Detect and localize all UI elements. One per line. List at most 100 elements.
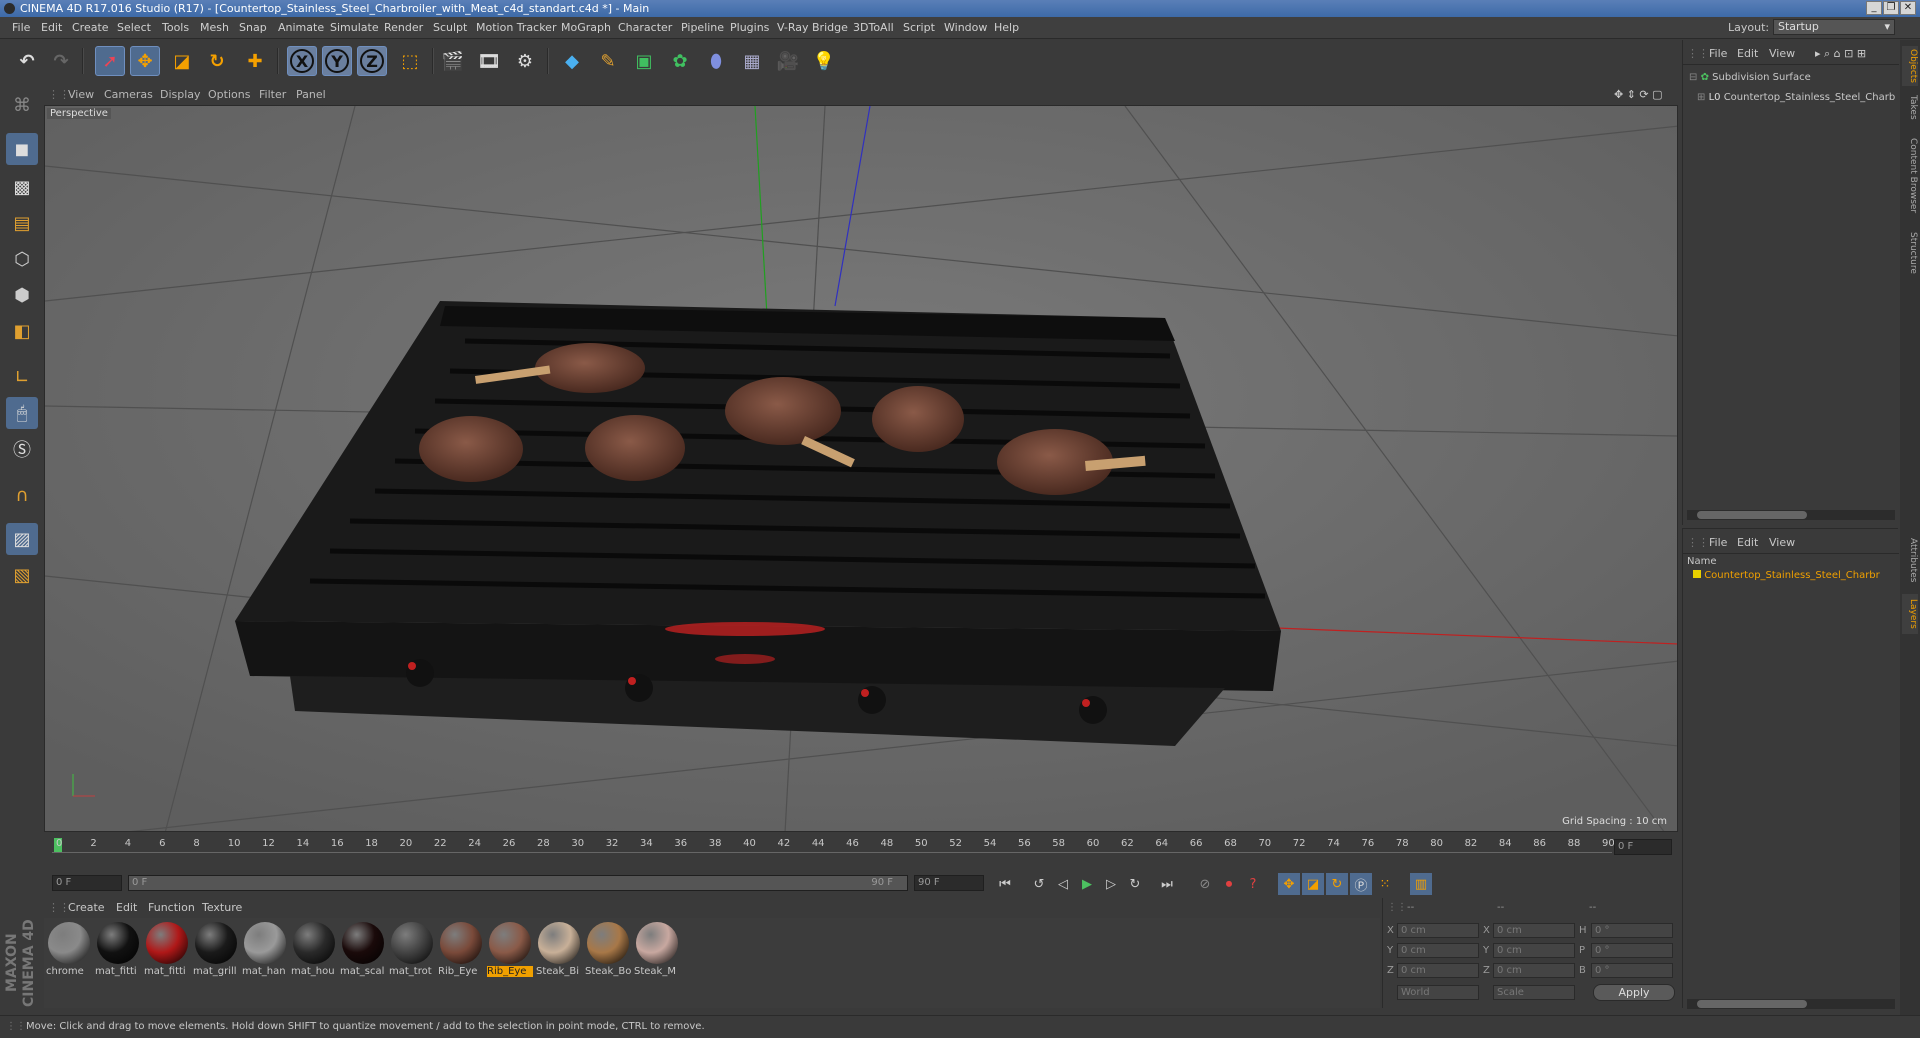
material-swatch[interactable]: mat_trot [389, 920, 435, 980]
position-y-field[interactable]: 0 cm [1397, 943, 1479, 958]
size-mode-select[interactable]: Scale [1493, 985, 1575, 1000]
loop-back-icon[interactable]: ↺ [1028, 873, 1050, 895]
scale-icon[interactable]: ◪ [167, 46, 197, 76]
viewport-menu-cameras[interactable]: Cameras [104, 88, 153, 101]
layer-item[interactable]: Countertop_Stainless_Steel_Charbr [1693, 570, 1880, 581]
viewport-menu-options[interactable]: Options [208, 88, 250, 101]
menu-pipeline[interactable]: Pipeline [681, 21, 724, 34]
size-z-field[interactable]: 0 cm [1493, 963, 1575, 978]
current-frame-field[interactable]: 0 F [1614, 839, 1672, 855]
tab-takes[interactable]: Takes [1902, 92, 1918, 122]
material-menu-create[interactable]: Create [68, 901, 105, 914]
step-forward-icon[interactable]: ▷ [1100, 873, 1122, 895]
pen-spline-icon[interactable]: ✎ [593, 46, 623, 76]
drag-handle-icon[interactable]: ⋮⋮ [1387, 902, 1407, 913]
drag-handle-icon[interactable]: ⋮⋮ [48, 901, 70, 914]
deformer-icon[interactable]: ⬮ [701, 46, 731, 76]
material-swatch[interactable]: Rib_Eye [438, 920, 484, 980]
position-z-field[interactable]: 0 cm [1397, 963, 1479, 978]
camera-icon[interactable]: 🎥 [773, 46, 803, 76]
menu-render[interactable]: Render [384, 21, 423, 34]
start-frame-field[interactable]: 0 F [52, 875, 122, 891]
record-keys-icon[interactable]: ⊘ [1194, 873, 1216, 895]
frame-range-slider[interactable]: 0 F 90 F [128, 875, 908, 891]
rotation-h-field[interactable]: 0 ° [1591, 923, 1673, 938]
menu-help[interactable]: Help [994, 21, 1019, 34]
undo-icon[interactable]: ↶ [12, 46, 42, 76]
key-scale-icon[interactable]: ◪ [1302, 873, 1324, 895]
menu-mograph[interactable]: MoGraph [561, 21, 611, 34]
snap-icon[interactable]: Ⓢ [6, 433, 38, 465]
material-swatch[interactable]: mat_han [242, 920, 288, 980]
texture-mode-icon[interactable]: ▩ [6, 171, 38, 203]
render-settings-icon[interactable]: ⚙ [510, 46, 540, 76]
go-to-end-icon[interactable]: ⏭ [1156, 873, 1178, 895]
object-scrollbar[interactable] [1687, 510, 1895, 520]
key-position-icon[interactable]: ✥ [1278, 873, 1300, 895]
size-y-field[interactable]: 0 cm [1493, 943, 1575, 958]
layer-menu-view[interactable]: View [1769, 536, 1795, 549]
axis-y-button[interactable]: Y [322, 46, 352, 76]
menu-window[interactable]: Window [944, 21, 987, 34]
key-rotation-icon[interactable]: ↻ [1326, 873, 1348, 895]
menu-3dtoall[interactable]: 3DToAll [853, 21, 894, 34]
drag-handle-icon[interactable]: ⋮⋮ [48, 88, 70, 101]
material-menu-edit[interactable]: Edit [116, 901, 137, 914]
key-pla-icon[interactable]: ⁙ [1374, 873, 1396, 895]
play-icon[interactable]: ▶ [1076, 873, 1098, 895]
material-swatch[interactable]: mat_hou [291, 920, 337, 980]
magnet-icon[interactable]: ∩ [6, 479, 38, 511]
viewport-nav-icons[interactable]: ✥ ⇕ ⟳ ▢ [1614, 88, 1663, 101]
material-swatch[interactable]: mat_fitti [95, 920, 141, 980]
menu-create[interactable]: Create [72, 21, 109, 34]
viewport-menu-panel[interactable]: Panel [296, 88, 326, 101]
restore-button[interactable]: ❐ [1883, 1, 1899, 15]
material-swatch[interactable]: mat_grill [193, 920, 239, 980]
timeline[interactable]: 0 2 4 6 8 10 12 14 16 18 20 22 24 26 28 30 32 34 36 38 40 42 4… [44, 835, 1678, 867]
menu-file[interactable]: File [12, 21, 30, 34]
points-mode-icon[interactable]: ⬡ [6, 243, 38, 275]
layout-select[interactable]: Startup ▾ [1773, 19, 1895, 35]
material-swatch[interactable]: chrome [46, 920, 92, 980]
menu-animate[interactable]: Animate [278, 21, 324, 34]
minimize-button[interactable]: _ [1866, 1, 1882, 15]
go-to-start-icon[interactable]: ⏮ [994, 873, 1016, 895]
tree-item-subdivision[interactable]: ⊟ ✿ Subdivision Surface [1689, 72, 1811, 83]
drag-handle-icon[interactable]: ⋮⋮ [1687, 47, 1709, 60]
cloner-icon[interactable]: ✿ [665, 46, 695, 76]
menu-sculpt[interactable]: Sculpt [433, 21, 467, 34]
render-picture-viewer-icon[interactable]: 🎞 [474, 46, 504, 76]
menu-mesh[interactable]: Mesh [200, 21, 229, 34]
axis-z-button[interactable]: Z [357, 46, 387, 76]
auto-key-icon[interactable]: ⏺ [1218, 873, 1240, 895]
tab-content-browser[interactable]: Content Browser [1902, 136, 1918, 216]
workplane-icon[interactable]: ▤ [6, 207, 38, 239]
expand-icon[interactable]: ⊞ [1697, 92, 1705, 103]
axis-mode-icon[interactable]: ∟ [6, 361, 38, 393]
viewport-menu-display[interactable]: Display [160, 88, 201, 101]
menu-edit[interactable]: Edit [41, 21, 62, 34]
planar-workplane-icon[interactable]: ▧ [6, 559, 38, 591]
drag-handle-icon[interactable]: ⋮⋮ [1687, 536, 1709, 549]
floor-icon[interactable]: ▦ [737, 46, 767, 76]
tab-objects[interactable]: Objects [1902, 46, 1918, 86]
menu-plugins[interactable]: Plugins [730, 21, 769, 34]
coord-mode-select[interactable]: World [1397, 985, 1479, 1000]
apply-button[interactable]: Apply [1593, 984, 1675, 1001]
move-icon[interactable]: ✥ [130, 46, 160, 76]
render-view-icon[interactable]: 🎬 [438, 46, 468, 76]
material-swatch[interactable]: Steak_Bo [585, 920, 631, 980]
light-icon[interactable]: 💡 [809, 46, 839, 76]
layer-menu-edit[interactable]: Edit [1737, 536, 1758, 549]
rotation-p-field[interactable]: 0 ° [1591, 943, 1673, 958]
3d-viewport[interactable]: Perspective Grid Spacing : 10 cm [44, 105, 1678, 832]
cube-icon[interactable]: ◆ [557, 46, 587, 76]
menu-tools[interactable]: Tools [162, 21, 189, 34]
close-button[interactable]: ✕ [1900, 1, 1916, 15]
material-swatch[interactable]: Steak_M [634, 920, 680, 980]
make-editable-icon[interactable]: ⌘ [6, 89, 38, 121]
material-swatch[interactable]: Rib_Eye [487, 920, 533, 980]
tab-layers[interactable]: Layers [1902, 594, 1918, 634]
polygons-mode-icon[interactable]: ◧ [6, 315, 38, 347]
tab-attributes[interactable]: Attributes [1902, 532, 1918, 588]
